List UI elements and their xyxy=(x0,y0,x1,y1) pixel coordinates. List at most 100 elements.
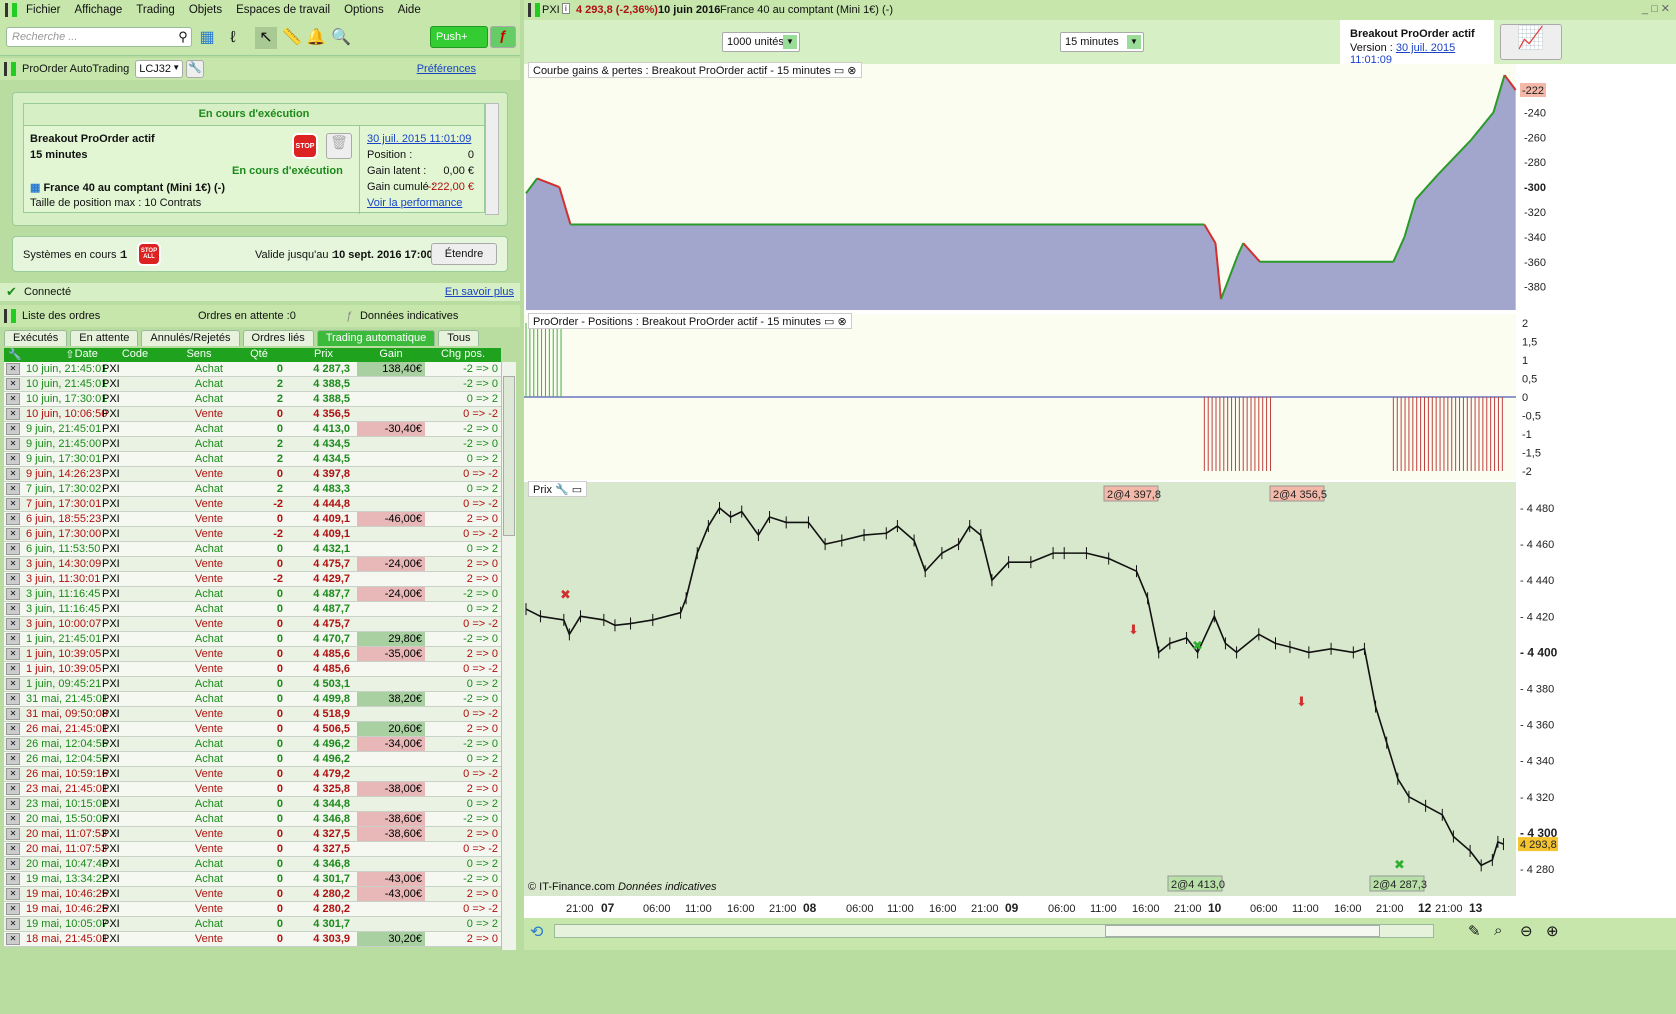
table-row[interactable]: ✕ 20 mai, 11:07:53 PXI Vente 0 4 327,5 0 => -2 xyxy=(4,842,501,857)
col-qte[interactable]: Qté xyxy=(228,348,290,360)
cancel-order-icon[interactable]: ✕ xyxy=(6,498,20,510)
new-chart-icon[interactable]: ▦ xyxy=(196,27,218,49)
table-row[interactable]: ✕ 20 mai, 11:07:53 PXI Vente 0 4 327,5 -38,60€… xyxy=(4,827,501,842)
table-row[interactable]: ✕ 3 juin, 11:16:45 PXI Achat 0 4 487,7 -24,00€… xyxy=(4,587,501,602)
maximize-icon[interactable]: ▭ xyxy=(824,316,834,328)
table-row[interactable]: ✕ 19 mai, 13:34:22 PXI Achat 0 4 301,7 -43,00€… xyxy=(4,872,501,887)
cancel-order-icon[interactable]: ✕ xyxy=(6,438,20,450)
col-code[interactable]: Code xyxy=(100,348,170,360)
cancel-order-icon[interactable]: ✕ xyxy=(6,648,20,660)
info-icon[interactable]: i xyxy=(562,3,570,14)
formula-button[interactable]: ƒ xyxy=(490,26,516,48)
table-row[interactable]: ✕ 9 juin, 21:45:01 PXI Achat 0 4 413,0 -30,40€… xyxy=(4,422,501,437)
table-scrollbar[interactable] xyxy=(501,362,516,950)
cancel-order-icon[interactable]: ✕ xyxy=(6,693,20,705)
version-link[interactable]: 30 juil. 2015 11:01:09 xyxy=(367,133,471,145)
table-row[interactable]: ✕ 6 juin, 17:30:00 PXI Vente -2 4 409,1 0 => -… xyxy=(4,527,501,542)
cancel-order-icon[interactable]: ✕ xyxy=(6,558,20,570)
table-row[interactable]: ✕ 19 mai, 10:46:25 PXI Vente 0 4 280,2 -43,00€… xyxy=(4,887,501,902)
menu-fichier[interactable]: Fichier xyxy=(26,4,61,16)
window-controls[interactable]: _ □ ✕ xyxy=(1642,2,1670,15)
wrench-icon[interactable]: 🔧 xyxy=(8,348,22,361)
wrench-icon[interactable]: 🔧 xyxy=(555,484,569,496)
menu-options[interactable]: Options xyxy=(344,4,384,16)
table-row[interactable]: ✕ 3 juin, 11:16:45 PXI Achat 0 4 487,7 0 => 2 xyxy=(4,602,501,617)
table-row[interactable]: ✕ 6 juin, 18:55:23 PXI Vente 0 4 409,1 -46,00€… xyxy=(4,512,501,527)
cancel-order-icon[interactable]: ✕ xyxy=(6,603,20,615)
cancel-order-icon[interactable]: ✕ xyxy=(6,843,20,855)
cancel-order-icon[interactable]: ✕ xyxy=(6,378,20,390)
maximize-icon[interactable]: ▭ xyxy=(834,65,844,77)
cancel-order-icon[interactable]: ✕ xyxy=(6,573,20,585)
col-gain[interactable]: Gain xyxy=(357,348,425,360)
col-chg-pos[interactable]: Chg pos. xyxy=(425,348,501,360)
table-row[interactable]: ✕ 10 juin, 10:06:50 PXI Vente 0 4 356,5 0 => -… xyxy=(4,407,501,422)
cancel-order-icon[interactable]: ✕ xyxy=(6,918,20,930)
table-row[interactable]: ✕ 10 juin, 21:45:01 PXI Achat 0 4 287,3 138,40… xyxy=(4,362,501,377)
zoom-in-icon[interactable]: ⊕ xyxy=(1546,922,1559,940)
push-button[interactable]: Push+ xyxy=(430,26,488,48)
table-row[interactable]: ✕ 26 mai, 12:04:55 PXI Achat 0 4 496,2 0 => 2 xyxy=(4,752,501,767)
zoom-fit-icon[interactable]: ⌕ xyxy=(1494,922,1502,939)
table-row[interactable]: ✕ 9 juin, 14:26:23 PXI Vente 0 4 397,8 0 => -2 xyxy=(4,467,501,482)
cancel-order-icon[interactable]: ✕ xyxy=(6,738,20,750)
cancel-order-icon[interactable]: ✕ xyxy=(6,888,20,900)
table-row[interactable]: ✕ 1 juin, 21:45:01 PXI Achat 0 4 470,7 29,80€ -… xyxy=(4,632,501,647)
menu-objets[interactable]: Objets xyxy=(189,4,222,16)
cancel-order-icon[interactable]: ✕ xyxy=(6,588,20,600)
maximize-icon[interactable]: ▭ xyxy=(572,484,582,496)
cancel-order-icon[interactable]: ✕ xyxy=(6,783,20,795)
table-row[interactable]: ✕ 10 juin, 17:30:01 PXI Achat 2 4 388,5 0 => 2 xyxy=(4,392,501,407)
timeframe-select[interactable]: 15 minutes ▼ xyxy=(1060,32,1144,52)
cancel-order-icon[interactable]: ✕ xyxy=(6,708,20,720)
table-row[interactable]: ✕ 7 juin, 17:30:01 PXI Vente -2 4 444,8 0 => -… xyxy=(4,497,501,512)
zoom-icon[interactable]: 🔍 xyxy=(330,27,352,49)
table-row[interactable]: ✕ 9 juin, 21:45:00 PXI Achat 2 4 434,5 -2 => 0 xyxy=(4,437,501,452)
draw-tool-icon[interactable]: ✎ xyxy=(1468,922,1481,940)
cancel-order-icon[interactable]: ✕ xyxy=(6,513,20,525)
tab-annules[interactable]: Annulés/Rejetés xyxy=(141,330,240,346)
table-row[interactable]: ✕ 23 mai, 10:15:01 PXI Achat 0 4 344,8 0 => 2 xyxy=(4,797,501,812)
extend-button[interactable]: Étendre xyxy=(431,243,497,265)
zoom-out-icon[interactable]: ⊖ xyxy=(1520,922,1533,940)
scroll-thumb[interactable] xyxy=(503,376,515,536)
cancel-order-icon[interactable]: ✕ xyxy=(6,408,20,420)
table-row[interactable]: ✕ 1 juin, 10:39:05 PXI Vente 0 4 485,6 -35,00€… xyxy=(4,647,501,662)
cancel-order-icon[interactable]: ✕ xyxy=(6,393,20,405)
tab-executes[interactable]: Exécutés xyxy=(4,330,68,346)
scroll-thumb[interactable] xyxy=(1105,925,1380,937)
table-row[interactable]: ✕ 19 mai, 10:05:07 PXI Achat 0 4 301,7 0 => 2 xyxy=(4,917,501,932)
table-row[interactable]: ✕ 3 juin, 11:30:01 PXI Vente -2 4 429,7 2 => 0 xyxy=(4,572,501,587)
table-row[interactable]: ✕ 3 juin, 14:30:09 PXI Vente 0 4 475,7 -24,00€… xyxy=(4,557,501,572)
units-select[interactable]: 1000 unités ▼ xyxy=(722,32,800,52)
col-sens[interactable]: Sens xyxy=(170,348,228,360)
cancel-order-icon[interactable]: ✕ xyxy=(6,723,20,735)
tab-en-attente[interactable]: En attente xyxy=(70,330,139,346)
table-row[interactable]: ✕ 1 juin, 09:45:21 PXI Achat 0 4 503,1 0 => 2 xyxy=(4,677,501,692)
table-row[interactable]: ✕ 23 mai, 21:45:01 PXI Vente 0 4 325,8 -38,00€… xyxy=(4,782,501,797)
menu-espaces[interactable]: Espaces de travail xyxy=(236,4,330,16)
cancel-order-icon[interactable]: ✕ xyxy=(6,768,20,780)
tab-ordres-lies[interactable]: Ordres liés xyxy=(242,330,314,346)
cancel-order-icon[interactable]: ✕ xyxy=(6,753,20,765)
table-row[interactable]: ✕ 20 mai, 10:47:45 PXI Achat 0 4 346,8 0 => 2 xyxy=(4,857,501,872)
cancel-order-icon[interactable]: ✕ xyxy=(6,903,20,915)
cancel-order-icon[interactable]: ✕ xyxy=(6,528,20,540)
cancel-order-icon[interactable]: ✕ xyxy=(6,858,20,870)
cancel-order-icon[interactable]: ✕ xyxy=(6,678,20,690)
charts-svg[interactable]: -240 -260 -280 -300 -320 -340 -360 -380 -222 2 1,5… xyxy=(524,64,1676,950)
menu-trading[interactable]: Trading xyxy=(136,4,175,16)
tab-tous[interactable]: Tous xyxy=(438,330,480,346)
menu-affichage[interactable]: Affichage xyxy=(75,4,123,16)
cancel-order-icon[interactable]: ✕ xyxy=(6,828,20,840)
performance-link[interactable]: Voir la performance xyxy=(367,197,462,209)
delete-trash-icon[interactable]: 🗑 xyxy=(326,133,352,159)
preferences-link[interactable]: Préférences xyxy=(417,63,476,75)
table-row[interactable]: ✕ 10 juin, 21:45:01 PXI Achat 2 4 388,5 -2 => … xyxy=(4,377,501,392)
col-prix[interactable]: Prix xyxy=(290,348,357,360)
alert-bell-icon[interactable]: 🔔 xyxy=(305,27,327,49)
cancel-order-icon[interactable]: ✕ xyxy=(6,618,20,630)
cancel-order-icon[interactable]: ✕ xyxy=(6,813,20,825)
table-row[interactable]: ✕ 20 mai, 15:50:05 PXI Achat 0 4 346,8 -38,60€… xyxy=(4,812,501,827)
tab-trading-automatique[interactable]: Trading automatique xyxy=(316,330,436,346)
